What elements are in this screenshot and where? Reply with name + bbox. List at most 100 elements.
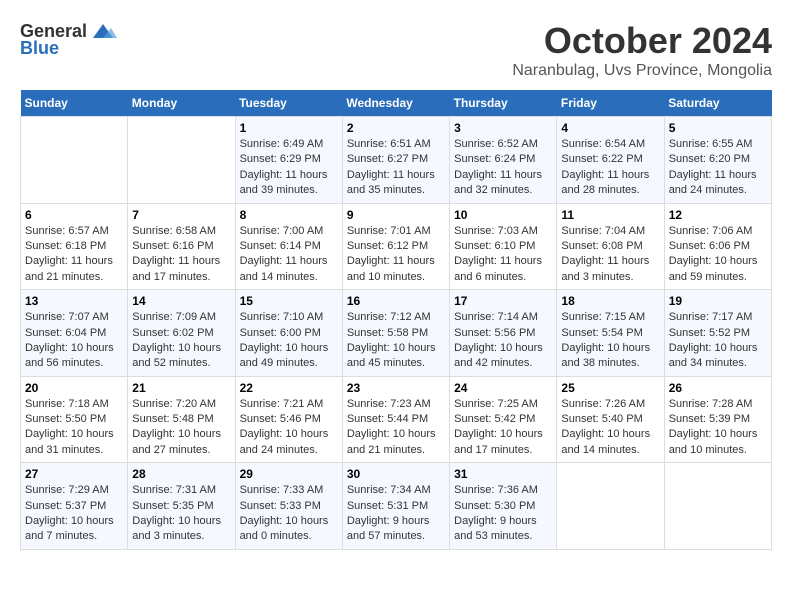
calendar-cell — [128, 117, 235, 204]
title-section: October 2024 Naranbulag, Uvs Province, M… — [512, 20, 772, 80]
weekday-header: Tuesday — [235, 90, 342, 117]
day-number: 1 — [240, 121, 338, 135]
calendar-cell: 14 Sunrise: 7:09 AM Sunset: 6:02 PM Dayli… — [128, 290, 235, 377]
day-info: Sunrise: 7:34 AM Sunset: 5:31 PM Dayligh… — [347, 483, 445, 545]
day-number: 24 — [454, 381, 552, 395]
day-info: Sunrise: 6:51 AM Sunset: 6:27 PM Dayligh… — [347, 137, 445, 199]
day-number: 15 — [240, 294, 338, 308]
calendar-cell: 15 Sunrise: 7:10 AM Sunset: 6:00 PM Dayli… — [235, 290, 342, 377]
day-number: 22 — [240, 381, 338, 395]
day-info: Sunrise: 7:20 AM Sunset: 5:48 PM Dayligh… — [132, 397, 230, 459]
day-info: Sunrise: 7:25 AM Sunset: 5:42 PM Dayligh… — [454, 397, 552, 459]
day-info: Sunrise: 7:28 AM Sunset: 5:39 PM Dayligh… — [669, 397, 767, 459]
day-number: 19 — [669, 294, 767, 308]
day-info: Sunrise: 7:17 AM Sunset: 5:52 PM Dayligh… — [669, 310, 767, 372]
calendar-cell: 1 Sunrise: 6:49 AM Sunset: 6:29 PM Daylig… — [235, 117, 342, 204]
month-title: October 2024 — [512, 20, 772, 62]
calendar-cell: 29 Sunrise: 7:33 AM Sunset: 5:33 PM Dayli… — [235, 463, 342, 550]
day-info: Sunrise: 6:52 AM Sunset: 6:24 PM Dayligh… — [454, 137, 552, 199]
day-info: Sunrise: 7:03 AM Sunset: 6:10 PM Dayligh… — [454, 224, 552, 286]
day-number: 31 — [454, 467, 552, 481]
calendar-cell: 23 Sunrise: 7:23 AM Sunset: 5:44 PM Dayli… — [342, 376, 449, 463]
weekday-header: Thursday — [450, 90, 557, 117]
calendar-cell: 27 Sunrise: 7:29 AM Sunset: 5:37 PM Dayli… — [21, 463, 128, 550]
day-info: Sunrise: 6:54 AM Sunset: 6:22 PM Dayligh… — [561, 137, 659, 199]
calendar-cell: 10Sunrise: 7:03 AM Sunset: 6:10 PM Dayli… — [450, 203, 557, 290]
calendar-cell: 31 Sunrise: 7:36 AM Sunset: 5:30 PM Dayli… — [450, 463, 557, 550]
calendar-cell: 6 Sunrise: 6:57 AM Sunset: 6:18 PM Daylig… — [21, 203, 128, 290]
calendar-cell: 13 Sunrise: 7:07 AM Sunset: 6:04 PM Dayli… — [21, 290, 128, 377]
day-info: Sunrise: 6:58 AM Sunset: 6:16 PM Dayligh… — [132, 224, 230, 286]
day-info: Sunrise: 6:57 AM Sunset: 6:18 PM Dayligh… — [25, 224, 123, 286]
day-info: Sunrise: 7:18 AM Sunset: 5:50 PM Dayligh… — [25, 397, 123, 459]
day-number: 6 — [25, 208, 123, 222]
calendar-cell: 30 Sunrise: 7:34 AM Sunset: 5:31 PM Dayli… — [342, 463, 449, 550]
calendar-cell — [21, 117, 128, 204]
day-number: 16 — [347, 294, 445, 308]
day-info: Sunrise: 7:15 AM Sunset: 5:54 PM Dayligh… — [561, 310, 659, 372]
calendar-cell: 4 Sunrise: 6:54 AM Sunset: 6:22 PM Daylig… — [557, 117, 664, 204]
weekday-header: Friday — [557, 90, 664, 117]
day-info: Sunrise: 7:09 AM Sunset: 6:02 PM Dayligh… — [132, 310, 230, 372]
day-number: 14 — [132, 294, 230, 308]
day-info: Sunrise: 6:49 AM Sunset: 6:29 PM Dayligh… — [240, 137, 338, 199]
calendar-cell: 28 Sunrise: 7:31 AM Sunset: 5:35 PM Dayli… — [128, 463, 235, 550]
day-info: Sunrise: 7:29 AM Sunset: 5:37 PM Dayligh… — [25, 483, 123, 545]
day-info: Sunrise: 7:33 AM Sunset: 5:33 PM Dayligh… — [240, 483, 338, 545]
day-number: 29 — [240, 467, 338, 481]
day-number: 28 — [132, 467, 230, 481]
calendar-cell: 2 Sunrise: 6:51 AM Sunset: 6:27 PM Daylig… — [342, 117, 449, 204]
day-info: Sunrise: 7:07 AM Sunset: 6:04 PM Dayligh… — [25, 310, 123, 372]
calendar-cell: 16 Sunrise: 7:12 AM Sunset: 5:58 PM Dayli… — [342, 290, 449, 377]
day-info: Sunrise: 7:36 AM Sunset: 5:30 PM Dayligh… — [454, 483, 552, 545]
day-number: 23 — [347, 381, 445, 395]
day-info: Sunrise: 7:26 AM Sunset: 5:40 PM Dayligh… — [561, 397, 659, 459]
calendar-cell: 9 Sunrise: 7:01 AM Sunset: 6:12 PM Daylig… — [342, 203, 449, 290]
day-info: Sunrise: 7:01 AM Sunset: 6:12 PM Dayligh… — [347, 224, 445, 286]
calendar-table: SundayMondayTuesdayWednesdayThursdayFrid… — [20, 90, 772, 550]
day-number: 11 — [561, 208, 659, 222]
day-number: 9 — [347, 208, 445, 222]
calendar-cell: 3 Sunrise: 6:52 AM Sunset: 6:24 PM Daylig… — [450, 117, 557, 204]
calendar-cell — [664, 463, 771, 550]
day-number: 2 — [347, 121, 445, 135]
calendar-cell: 7Sunrise: 6:58 AM Sunset: 6:16 PM Daylig… — [128, 203, 235, 290]
day-number: 27 — [25, 467, 123, 481]
day-number: 4 — [561, 121, 659, 135]
calendar-cell: 20 Sunrise: 7:18 AM Sunset: 5:50 PM Dayli… — [21, 376, 128, 463]
calendar-cell: 25Sunrise: 7:26 AM Sunset: 5:40 PM Dayli… — [557, 376, 664, 463]
calendar-cell: 19 Sunrise: 7:17 AM Sunset: 5:52 PM Dayli… — [664, 290, 771, 377]
calendar-cell: 26 Sunrise: 7:28 AM Sunset: 5:39 PM Dayli… — [664, 376, 771, 463]
calendar-cell — [557, 463, 664, 550]
calendar-cell: 24 Sunrise: 7:25 AM Sunset: 5:42 PM Dayli… — [450, 376, 557, 463]
day-number: 12 — [669, 208, 767, 222]
calendar-cell: 18Sunrise: 7:15 AM Sunset: 5:54 PM Dayli… — [557, 290, 664, 377]
day-info: Sunrise: 6:55 AM Sunset: 6:20 PM Dayligh… — [669, 137, 767, 199]
day-info: Sunrise: 7:31 AM Sunset: 5:35 PM Dayligh… — [132, 483, 230, 545]
day-info: Sunrise: 7:04 AM Sunset: 6:08 PM Dayligh… — [561, 224, 659, 286]
calendar-cell: 5Sunrise: 6:55 AM Sunset: 6:20 PM Daylig… — [664, 117, 771, 204]
day-info: Sunrise: 7:12 AM Sunset: 5:58 PM Dayligh… — [347, 310, 445, 372]
day-number: 17 — [454, 294, 552, 308]
day-info: Sunrise: 7:14 AM Sunset: 5:56 PM Dayligh… — [454, 310, 552, 372]
day-number: 3 — [454, 121, 552, 135]
day-number: 26 — [669, 381, 767, 395]
calendar-cell: 12 Sunrise: 7:06 AM Sunset: 6:06 PM Dayli… — [664, 203, 771, 290]
calendar-cell: 8Sunrise: 7:00 AM Sunset: 6:14 PM Daylig… — [235, 203, 342, 290]
day-number: 20 — [25, 381, 123, 395]
location-title: Naranbulag, Uvs Province, Mongolia — [512, 62, 772, 80]
weekday-header: Saturday — [664, 90, 771, 117]
day-number: 30 — [347, 467, 445, 481]
calendar-cell: 22 Sunrise: 7:21 AM Sunset: 5:46 PM Dayli… — [235, 376, 342, 463]
day-info: Sunrise: 7:06 AM Sunset: 6:06 PM Dayligh… — [669, 224, 767, 286]
day-info: Sunrise: 7:00 AM Sunset: 6:14 PM Dayligh… — [240, 224, 338, 286]
calendar-cell: 17 Sunrise: 7:14 AM Sunset: 5:56 PM Dayli… — [450, 290, 557, 377]
calendar-cell: 11 Sunrise: 7:04 AM Sunset: 6:08 PM Dayli… — [557, 203, 664, 290]
day-number: 13 — [25, 294, 123, 308]
day-info: Sunrise: 7:10 AM Sunset: 6:00 PM Dayligh… — [240, 310, 338, 372]
weekday-header: Wednesday — [342, 90, 449, 117]
logo: General Blue — [20, 20, 117, 59]
day-info: Sunrise: 7:23 AM Sunset: 5:44 PM Dayligh… — [347, 397, 445, 459]
calendar-cell: 21Sunrise: 7:20 AM Sunset: 5:48 PM Dayli… — [128, 376, 235, 463]
day-info: Sunrise: 7:21 AM Sunset: 5:46 PM Dayligh… — [240, 397, 338, 459]
